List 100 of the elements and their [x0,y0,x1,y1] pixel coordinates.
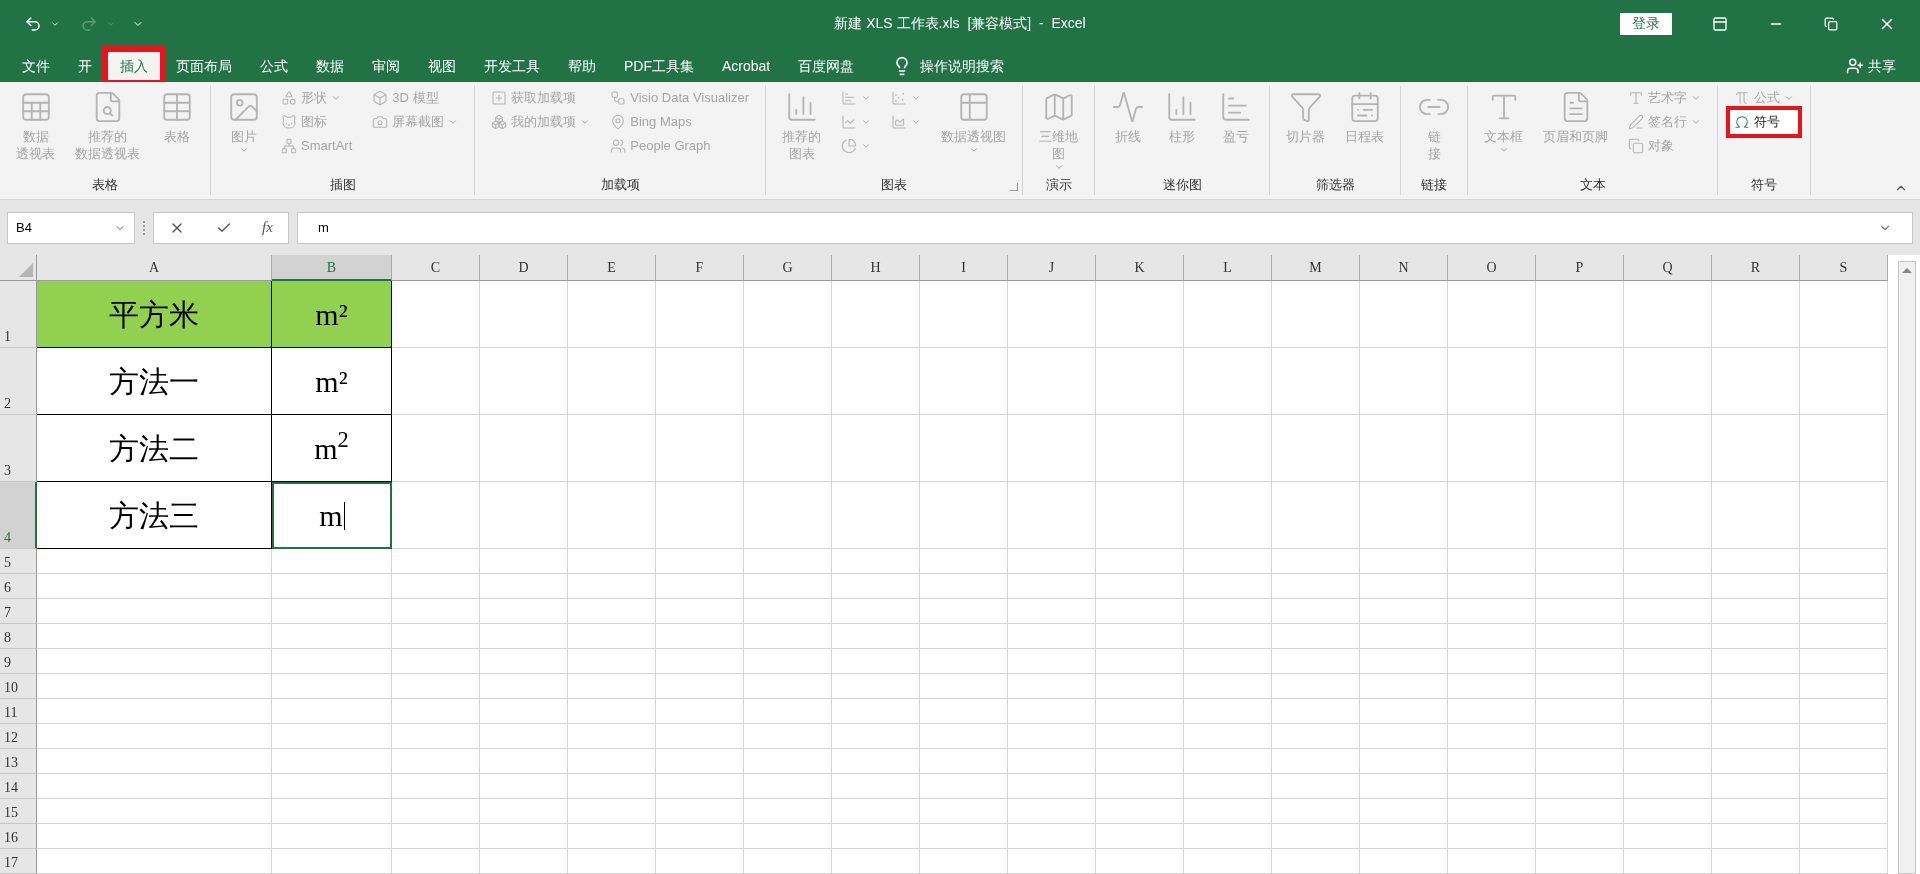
people-icon [610,138,627,154]
table-cell[interactable]: m$^{2}$ [272,415,392,482]
shapes-icon [281,90,297,106]
table-cell[interactable]: 方法一 [37,348,272,415]
caret-icon [580,117,591,127]
ribbon-tab[interactable]: 帮助 [554,50,610,82]
row-header[interactable]: 10 [0,674,37,699]
caret-icon [911,93,922,103]
row-header[interactable]: 7 [0,599,37,624]
column-header[interactable]: B [272,255,392,281]
row-header[interactable]: 11 [0,699,37,724]
row-header[interactable]: 14 [0,774,37,799]
table-cell[interactable]: m² [272,348,392,415]
group-label: 插图 [329,176,356,195]
diagram-icon [281,138,297,154]
login-button[interactable]: 登录 [1620,12,1672,35]
caret-icon [1784,93,1795,103]
column-header[interactable]: L [1184,255,1272,281]
column-header[interactable]: P [1536,255,1624,281]
row-header[interactable]: 15 [0,799,37,824]
caret-icon [1053,162,1064,172]
row-header[interactable]: 12 [0,724,37,749]
column-header[interactable]: G [744,255,832,281]
ribbon-tab[interactable]: PDF工具集 [610,50,708,82]
ribbon-display-icon[interactable] [1712,15,1728,32]
column-header[interactable]: J [1008,255,1096,281]
formula-value: m [318,218,329,237]
tell-me-search[interactable]: 操作说明搜索 [920,55,1005,77]
undo-icon[interactable] [24,14,42,33]
row-header[interactable]: 6 [0,574,37,599]
restore-icon[interactable] [1824,16,1838,31]
group-label: 文本 [1579,176,1606,195]
name-box[interactable]: B4 [7,211,135,244]
window-title: 新建 XLS 工作表.xls [兼容模式] - Excel [833,14,1087,33]
ribbon-tab[interactable]: Acrobat [708,50,785,82]
column-header[interactable]: A [37,255,272,281]
cat-icon [281,114,297,130]
table-cell[interactable]: 方法二 [37,415,272,482]
caret-icon [448,117,459,127]
share-button[interactable]: 共享 [1868,55,1896,77]
row-header[interactable]: 5 [0,549,37,574]
scatter-chart-icon [891,90,908,106]
table-cell[interactable]: 方法三 [37,482,272,549]
ribbon-tab[interactable]: 公式 [246,50,302,82]
column-header[interactable]: M [1272,255,1360,281]
ribbon-tab[interactable]: 视图 [414,50,470,82]
group-label: 加载项 [600,176,640,195]
scroll-up-icon[interactable] [1902,268,1912,273]
row-header[interactable]: 1 [0,281,37,348]
column-header[interactable]: I [920,255,1008,281]
column-header[interactable]: C [392,255,480,281]
group-label: 表格 [92,176,118,195]
row-header[interactable]: 4 [0,482,37,549]
table-cell[interactable]: 平方米 [37,281,272,348]
column-header[interactable]: E [568,255,656,281]
table-cell[interactable]: m [272,482,392,549]
column-header[interactable]: F [656,255,744,281]
redo-icon[interactable] [80,14,98,33]
caret-icon [861,141,872,151]
caret-icon [911,117,922,127]
formula-field[interactable]: m [297,211,1913,244]
ribbon-tab[interactable]: 开 [64,50,106,82]
letter-icon [1628,90,1645,106]
table-cell[interactable]: m² [272,281,392,348]
column-header[interactable]: O [1448,255,1536,281]
column-header[interactable]: H [832,255,920,281]
caret-icon [861,93,872,103]
row-header[interactable]: 16 [0,824,37,849]
row-header[interactable]: 2 [0,348,37,415]
plus-icon [491,90,508,106]
ribbon-tab[interactable]: 文件 [8,50,64,82]
column-header[interactable]: K [1096,255,1184,281]
ribbon-tab[interactable]: 审阅 [358,50,414,82]
ribbon-tab[interactable]: 开发工具 [470,50,554,82]
column-header[interactable]: N [1360,255,1448,281]
pie-chart-icon [841,138,858,154]
row-header[interactable]: 13 [0,749,37,774]
group-label: 符号 [1751,176,1778,195]
column-header[interactable]: S [1800,255,1888,281]
caret-icon [1498,145,1509,155]
insert-function-button[interactable]: fx [261,216,273,239]
row-header[interactable]: 17 [0,849,37,874]
ribbon-tab[interactable]: 百度网盘 [784,50,869,82]
filter-icon [1288,90,1323,124]
cell-reference: B4 [16,218,32,237]
column-header[interactable]: Q [1624,255,1712,281]
row-header[interactable]: 9 [0,649,37,674]
ribbon-tab[interactable]: 数据 [302,50,358,82]
column-header[interactable]: D [480,255,568,281]
row-header[interactable]: 8 [0,624,37,649]
bar-chart-icon [841,90,858,106]
select-all-corner[interactable] [0,255,37,281]
dialog-launcher-icon[interactable] [1010,183,1019,191]
pi-icon [1734,90,1751,106]
vertical-scrollbar[interactable] [1898,261,1916,874]
ribbon-tab[interactable]: 页面布局 [162,50,246,82]
caret-icon [331,93,341,103]
column-header[interactable]: R [1712,255,1800,281]
row-header[interactable]: 3 [0,415,37,482]
table-icon [160,90,194,124]
